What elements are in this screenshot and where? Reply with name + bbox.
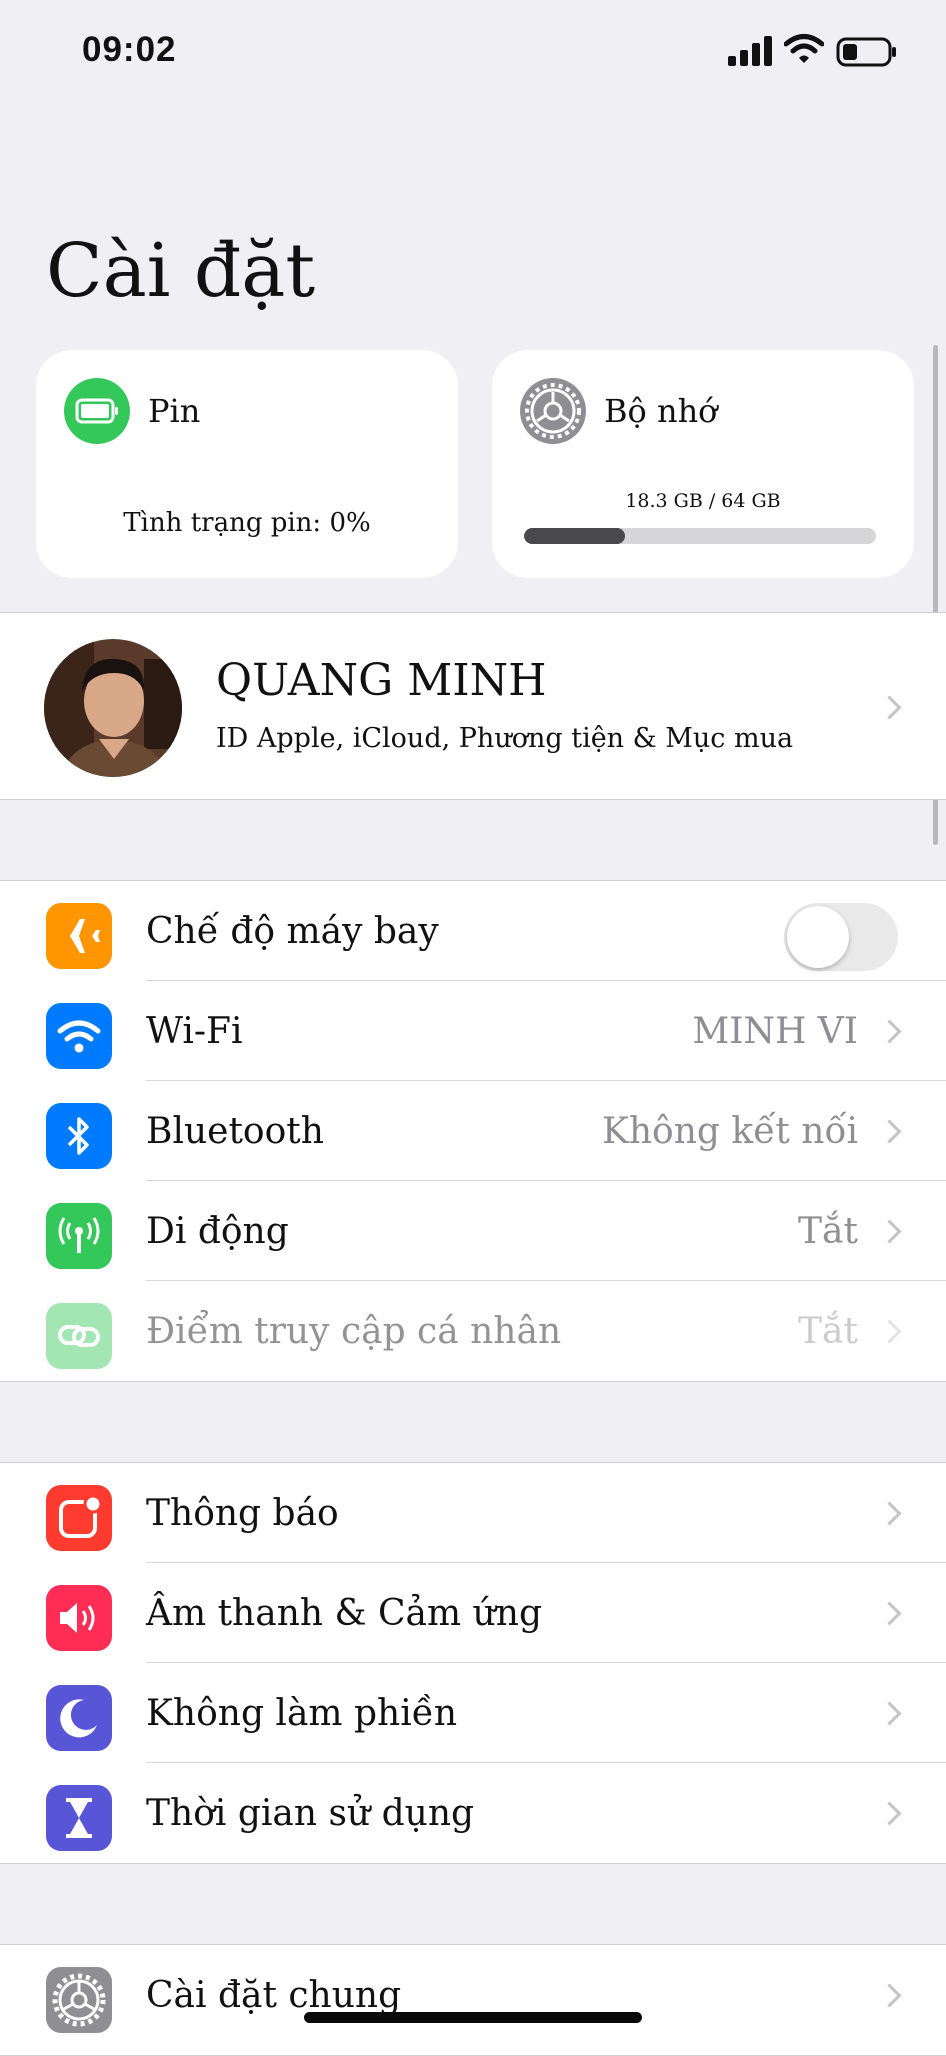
hotspot-icon: [46, 1303, 112, 1369]
antenna-icon: [46, 1203, 112, 1269]
row-label: Chế độ máy bay: [146, 911, 439, 952]
toggle-knob: [787, 906, 849, 968]
general-section: Cài đặt chung: [0, 1944, 946, 2056]
storage-bar: [524, 528, 876, 544]
notifications-section: Thông báo Âm thanh & Cảm ứng Không làm p…: [0, 1462, 946, 1864]
home-indicator[interactable]: [304, 2012, 642, 2023]
battery-icon: [836, 36, 898, 68]
page-title: Cài đặt: [46, 228, 316, 314]
chevron-right-icon: [877, 1501, 902, 1526]
connectivity-section: Chế độ máy bay Wi-Fi MINH VI Bluetooth K…: [0, 880, 946, 1382]
profile-name: QUANG MINH: [216, 655, 547, 706]
status-time: 09:02: [82, 30, 177, 69]
chevron-right-icon: [877, 1801, 902, 1826]
airplane-icon: [46, 903, 112, 969]
profile-subtitle: ID Apple, iCloud, Phương tiện & Mục mua: [216, 723, 794, 754]
avatar: [44, 639, 182, 777]
cellular-status-value: Tắt: [798, 1211, 858, 1252]
row-label: Thời gian sử dụng: [146, 1793, 475, 1834]
gear-icon: [46, 1967, 112, 2033]
hotspot-status-value: Tắt: [798, 1311, 858, 1352]
chevron-right-icon: [877, 1601, 902, 1626]
wifi-icon: [46, 1003, 112, 1069]
cellular-signal-icon: [728, 36, 772, 66]
chevron-right-icon: [877, 1119, 902, 1144]
chevron-right-icon: [877, 1219, 902, 1244]
battery-icon: [64, 378, 130, 444]
chevron-right-icon: [877, 1319, 902, 1344]
gear-icon: [520, 378, 586, 444]
battery-widget[interactable]: Pin Tình trạng pin: 0%: [36, 350, 458, 578]
row-label: Âm thanh & Cảm ứng: [146, 1593, 542, 1634]
chevron-right-icon: [877, 1019, 902, 1044]
row-do-not-disturb[interactable]: Không làm phiền: [0, 1663, 946, 1763]
row-screen-time[interactable]: Thời gian sử dụng: [0, 1763, 946, 1863]
battery-status: Tình trạng pin: 0%: [123, 508, 371, 538]
apple-id-profile[interactable]: QUANG MINH ID Apple, iCloud, Phương tiện…: [0, 612, 946, 800]
wifi-network-value: MINH VI: [692, 1011, 858, 1052]
row-label: Bluetooth: [146, 1111, 324, 1152]
storage-widget-label: Bộ nhớ: [604, 392, 718, 430]
row-general[interactable]: Cài đặt chung: [0, 1945, 946, 2045]
chevron-right-icon: [877, 1701, 902, 1726]
row-label: Thông báo: [146, 1493, 339, 1534]
row-label: Wi-Fi: [146, 1011, 243, 1052]
row-cellular[interactable]: Di động Tắt: [0, 1181, 946, 1281]
hourglass-icon: [46, 1785, 112, 1851]
storage-bar-fill: [524, 528, 625, 544]
chevron-right-icon: [877, 695, 902, 720]
battery-widget-label: Pin: [148, 392, 201, 430]
wifi-icon: [784, 33, 824, 65]
row-label: Điểm truy cập cá nhân: [146, 1311, 562, 1352]
notification-icon: [46, 1485, 112, 1551]
storage-usage: 18.3 GB / 64 GB: [625, 490, 781, 512]
bluetooth-icon: [46, 1103, 112, 1169]
bluetooth-status-value: Không kết nối: [601, 1111, 858, 1152]
row-notifications[interactable]: Thông báo: [0, 1463, 946, 1563]
row-label: Cài đặt chung: [146, 1975, 402, 2016]
row-label: Di động: [146, 1211, 289, 1252]
moon-icon: [46, 1685, 112, 1751]
airplane-mode-toggle[interactable]: [784, 903, 898, 971]
chevron-right-icon: [877, 1983, 902, 2008]
row-label: Không làm phiền: [146, 1693, 458, 1734]
row-bluetooth[interactable]: Bluetooth Không kết nối: [0, 1081, 946, 1181]
status-bar: 09:02: [0, 0, 946, 100]
row-sounds-haptics[interactable]: Âm thanh & Cảm ứng: [0, 1563, 946, 1663]
row-airplane-mode[interactable]: Chế độ máy bay: [0, 881, 946, 981]
speaker-icon: [46, 1585, 112, 1651]
row-personal-hotspot[interactable]: Điểm truy cập cá nhân Tắt: [0, 1281, 946, 1381]
row-wifi[interactable]: Wi-Fi MINH VI: [0, 981, 946, 1081]
storage-widget[interactable]: Bộ nhớ 18.3 GB / 64 GB: [492, 350, 914, 578]
